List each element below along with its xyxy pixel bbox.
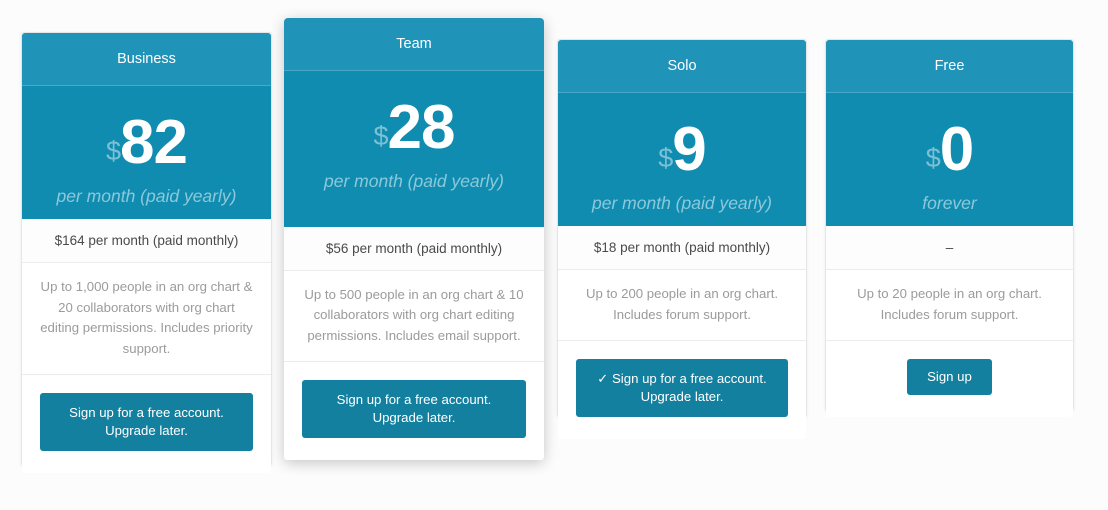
monthly-price-business: $164 per month (paid monthly) <box>22 219 271 264</box>
plan-description-free: Up to 20 people in an org chart. Include… <box>826 270 1073 342</box>
cta-line-1: ✓ Sign up for a free account. <box>597 371 767 387</box>
price-row: $9 <box>558 118 806 181</box>
cta-line-2: Upgrade later. <box>640 388 724 404</box>
price-row: $82 <box>22 111 271 174</box>
cta-row-free: Sign up <box>826 341 1073 417</box>
plan-name-team: Team <box>284 18 544 71</box>
cta-row-solo: ✓ Sign up for a free account. Upgrade la… <box>558 341 806 439</box>
price-amount: 0 <box>939 114 974 184</box>
plan-description-solo: Up to 200 people in an org chart. Includ… <box>558 270 806 342</box>
price-row: $28 <box>284 96 544 159</box>
signup-button-team[interactable]: Sign up for a free account. Upgrade late… <box>302 380 526 438</box>
monthly-price-solo: $18 per month (paid monthly) <box>558 226 806 271</box>
price-block-business: $82 per month (paid yearly) <box>22 85 271 219</box>
plan-description-team: Up to 500 people in an org chart & 10 co… <box>284 271 544 363</box>
cta-row-business: Sign up for a free account. Upgrade late… <box>22 375 271 473</box>
signup-button-solo[interactable]: ✓ Sign up for a free account. Upgrade la… <box>576 359 788 417</box>
price-period: per month (paid yearly) <box>592 192 772 213</box>
pricing-card-business: Business $82 per month (paid yearly) $16… <box>21 32 272 473</box>
currency-symbol: $ <box>658 143 673 174</box>
price-amount: 28 <box>387 92 456 162</box>
cta-line-2: Upgrade later. <box>105 422 188 438</box>
signup-button-free[interactable]: Sign up <box>907 359 992 395</box>
cta-line-1: Sign up for a free account. <box>336 392 492 408</box>
currency-symbol: $ <box>373 121 389 152</box>
price-block-free: $0 forever <box>826 92 1073 226</box>
signup-button-business[interactable]: Sign up for a free account. Upgrade late… <box>40 393 253 451</box>
plan-description-business: Up to 1,000 people in an org chart & 20 … <box>22 263 271 375</box>
pricing-card-team: Team $28 per month (paid yearly) $56 per… <box>284 18 544 460</box>
price-block-solo: $9 per month (paid yearly) <box>558 92 806 226</box>
monthly-price-team: $56 per month (paid monthly) <box>284 226 544 272</box>
price-period: per month (paid yearly) <box>56 185 237 206</box>
monthly-price-free: – <box>826 226 1073 271</box>
plan-name-business: Business <box>22 33 271 86</box>
price-amount: 9 <box>672 114 706 184</box>
currency-symbol: $ <box>106 136 121 167</box>
cta-line-1: Sign up for a free account. <box>69 405 224 420</box>
price-row: $0 <box>826 118 1073 181</box>
pricing-card-solo: Solo $9 per month (paid yearly) $18 per … <box>557 39 807 439</box>
price-period: per month (paid yearly) <box>324 170 504 191</box>
cta-line-2: Upgrade later. <box>372 410 456 426</box>
pricing-card-free: Free $0 forever – Up to 20 people in an … <box>825 39 1074 417</box>
currency-symbol: $ <box>925 143 941 174</box>
price-period: forever <box>922 192 977 213</box>
cta-line-1: Sign up <box>927 369 972 385</box>
pricing-page: Business $82 per month (paid yearly) $16… <box>0 0 1108 510</box>
price-block-team: $28 per month (paid yearly) <box>284 70 544 227</box>
plan-name-free: Free <box>826 40 1073 93</box>
price-amount: 82 <box>120 107 188 177</box>
plan-name-solo: Solo <box>558 40 806 93</box>
cta-row-team: Sign up for a free account. Upgrade late… <box>284 362 544 460</box>
